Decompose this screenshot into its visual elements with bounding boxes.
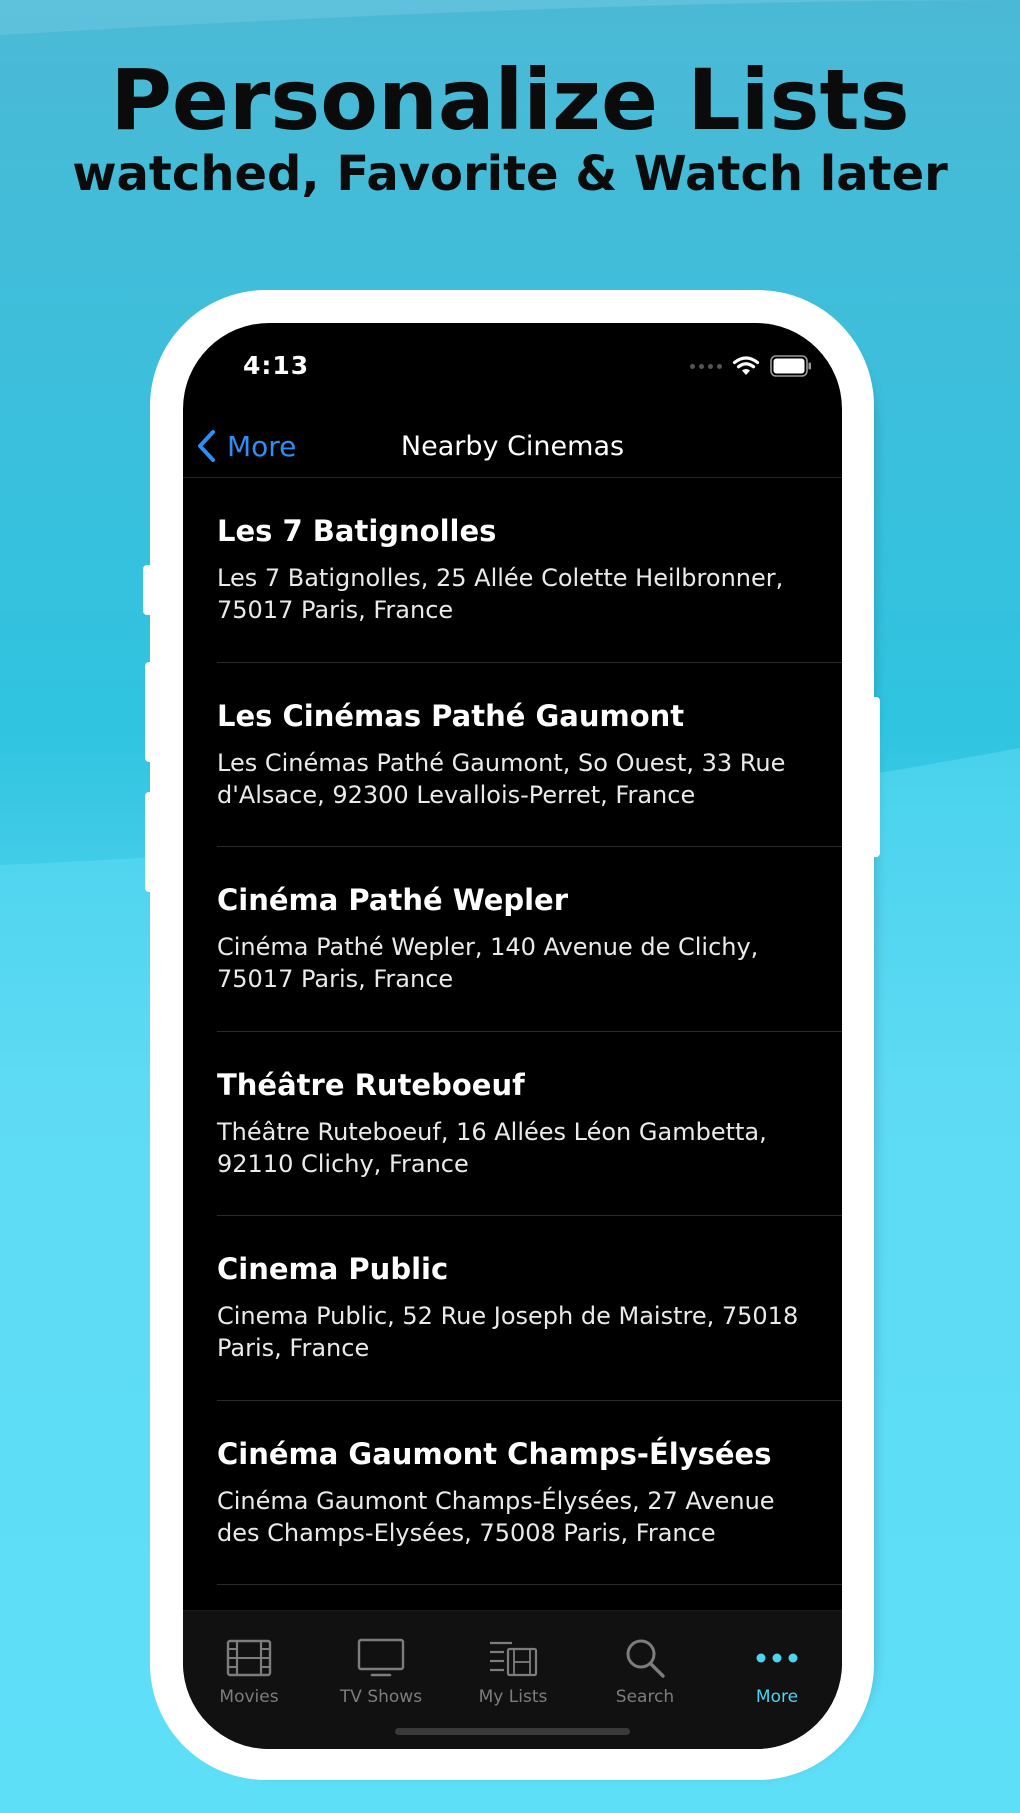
tab-search[interactable]: Search xyxy=(579,1611,711,1711)
battery-icon xyxy=(770,355,811,377)
phone-volume-up xyxy=(145,662,155,762)
status-time: 4:13 xyxy=(243,351,310,380)
cinema-address: Cinéma Pathé Wepler, 140 Avenue de Clich… xyxy=(217,933,759,993)
cinema-row[interactable]: Cinéma Pathé Wepler Cinéma Pathé Wepler,… xyxy=(183,847,842,1032)
more-dots-icon xyxy=(756,1653,798,1663)
status-icons xyxy=(690,353,812,379)
cinema-row[interactable]: Cinema Public Cinema Public, 52 Rue Jose… xyxy=(183,1216,842,1401)
cinema-name: Cinéma Pathé Wepler xyxy=(217,883,569,917)
cinema-address: Les 7 Batignolles, 25 Allée Colette Heil… xyxy=(217,564,784,624)
promo-subline: watched, Favorite & Watch later xyxy=(72,146,948,202)
phone-action-button xyxy=(143,565,155,615)
home-indicator[interactable] xyxy=(395,1728,630,1735)
cinema-row[interactable]: Les Cinémas Pathé Gaumont Les Cinémas Pa… xyxy=(183,663,842,847)
cinema-name: Les Cinémas Pathé Gaumont xyxy=(217,698,685,733)
cinema-list: Les 7 Batignolles Les 7 Batignolles, 25 … xyxy=(183,478,842,1585)
cinema-address: Cinema Public, 52 Rue Joseph de Maistre,… xyxy=(217,1302,799,1362)
tab-label: Movies xyxy=(219,1687,279,1707)
cinema-address: Cinéma Gaumont Champs-Élysées, 27 Avenue… xyxy=(217,1486,775,1547)
film-icon xyxy=(226,1639,272,1677)
tab-label: More xyxy=(755,1687,799,1707)
tab-tv-shows[interactable]: TV Shows xyxy=(315,1611,447,1711)
signal-icon xyxy=(690,363,722,369)
promo-headline: Personalize Lists xyxy=(110,51,910,149)
tab-more[interactable]: More xyxy=(711,1611,842,1711)
tab-label: Search xyxy=(615,1687,675,1707)
wifi-icon xyxy=(732,356,760,375)
tv-icon xyxy=(357,1638,405,1677)
tab-my-lists[interactable]: My Lists xyxy=(447,1611,579,1711)
phone-power-button xyxy=(870,697,880,857)
phone-volume-down xyxy=(145,792,155,892)
page-title: Nearby Cinemas xyxy=(400,431,625,462)
cinema-address: Théâtre Ruteboeuf, 16 Allées Léon Gambet… xyxy=(217,1117,767,1178)
row-divider xyxy=(217,1584,842,1585)
cinema-name: Cinema Public xyxy=(217,1252,449,1286)
navigation-bar: More Nearby Cinemas xyxy=(183,415,842,479)
list-icon xyxy=(490,1641,538,1677)
cinema-name: Les 7 Batignolles xyxy=(217,514,497,548)
cinema-address: Les Cinémas Pathé Gaumont, So Ouest, 33 … xyxy=(217,748,786,809)
cinema-row[interactable]: Cinéma Gaumont Champs-Élysées Cinéma Gau… xyxy=(183,1401,842,1585)
tab-movies[interactable]: Movies xyxy=(183,1611,315,1711)
tab-label: TV Shows xyxy=(339,1687,423,1707)
cinema-name: Cinéma Gaumont Champs-Élysées xyxy=(217,1436,772,1471)
phone-screen: 4:13 More Nearby Cinemas Les 7 Batignoll… xyxy=(183,323,842,1749)
search-icon xyxy=(626,1639,665,1678)
cinema-name: Théâtre Ruteboeuf xyxy=(217,1067,525,1102)
tab-label: My Lists xyxy=(478,1687,548,1707)
cinema-row[interactable]: Théâtre Ruteboeuf Théâtre Ruteboeuf, 16 … xyxy=(183,1032,842,1216)
cinema-row[interactable]: Les 7 Batignolles Les 7 Batignolles, 25 … xyxy=(183,478,842,663)
